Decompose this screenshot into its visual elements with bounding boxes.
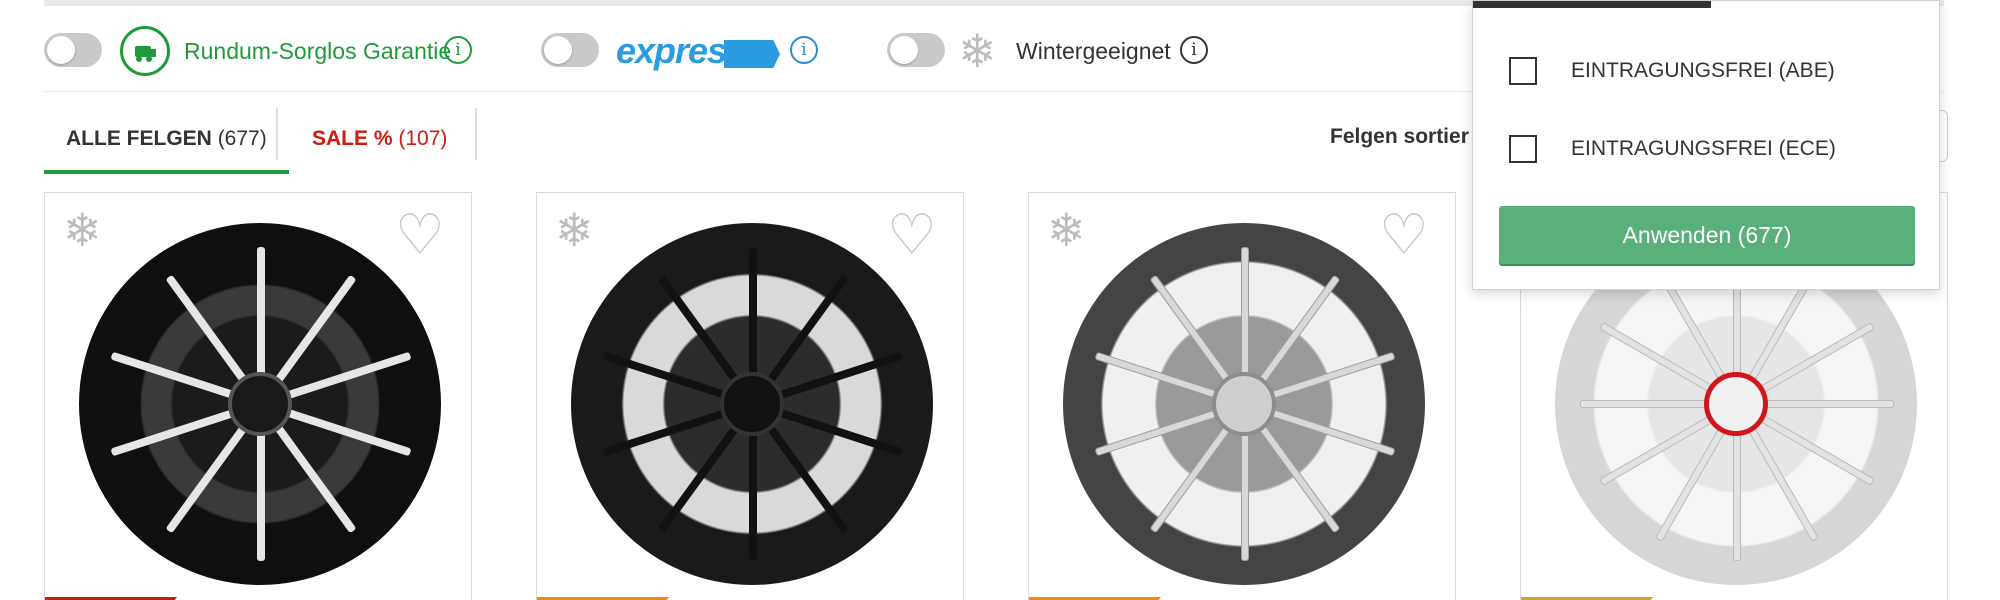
wheel-image [1063,223,1425,585]
winter-label[interactable]: Wintergeeignet [1016,38,1171,64]
dropdown-active-bar [1473,1,1711,8]
tab-label: ALLE FELGEN [66,127,212,150]
tab-divider [475,108,477,160]
tab-count: (677) [217,127,267,150]
toggle-knob [890,36,918,64]
tab-divider [276,108,278,160]
snowflake-icon: ❄ [1047,204,1086,256]
rundum-sorglos-badge-icon [120,26,170,76]
wheel-hub [1212,372,1276,436]
express-truck-icon [724,40,780,68]
wheel-hub [228,372,292,436]
apply-button[interactable]: Anwenden (677) [1499,206,1915,264]
toggle-knob [544,36,572,64]
rundum-sorglos-info-icon[interactable]: i [444,36,472,64]
option-label: EINTRAGUNGSFREI (ECE) [1571,137,1836,160]
wheel-hub [1704,372,1768,436]
heart-icon[interactable]: ♡ [1379,207,1429,263]
winter-toggle[interactable] [887,33,945,67]
winter-info-icon[interactable]: i [1180,36,1208,64]
snowflake-icon: ❄ [555,204,594,256]
tab-alle-felgen[interactable]: ALLE FELGEN (677) [44,108,289,174]
tab-sale[interactable]: SALE % (107) [290,108,469,174]
product-card[interactable]: ❄ ♡ [1028,192,1456,600]
tab-label: SALE % [312,127,393,150]
option-label: EINTRAGUNGSFREI (ABE) [1571,59,1835,82]
rundum-sorglos-toggle[interactable] [44,33,102,67]
wheel-hub [720,372,784,436]
snowflake-icon: ❄ [63,204,102,256]
heart-icon[interactable]: ♡ [395,207,445,263]
product-card[interactable]: ❄ ♡ [536,192,964,600]
rundum-sorglos-label[interactable]: Rundum-Sorglos Garantie [184,38,451,64]
checkbox[interactable] [1509,135,1537,163]
tab-count: (107) [398,127,448,150]
sort-label: Felgen sortier [1330,125,1469,148]
filter-dropdown: EINTRAGUNGSFREI (ABE) EINTRAGUNGSFREI (E… [1472,0,1940,290]
wheel-image [79,223,441,585]
wheel-image [571,223,933,585]
toggle-knob [47,36,75,64]
snowflake-icon: ❄ [958,25,997,77]
heart-icon[interactable]: ♡ [887,207,937,263]
express-toggle[interactable] [541,33,599,67]
product-card[interactable]: ❄ ♡ [44,192,472,600]
checkbox[interactable] [1509,57,1537,85]
express-info-icon[interactable]: i [790,36,818,64]
